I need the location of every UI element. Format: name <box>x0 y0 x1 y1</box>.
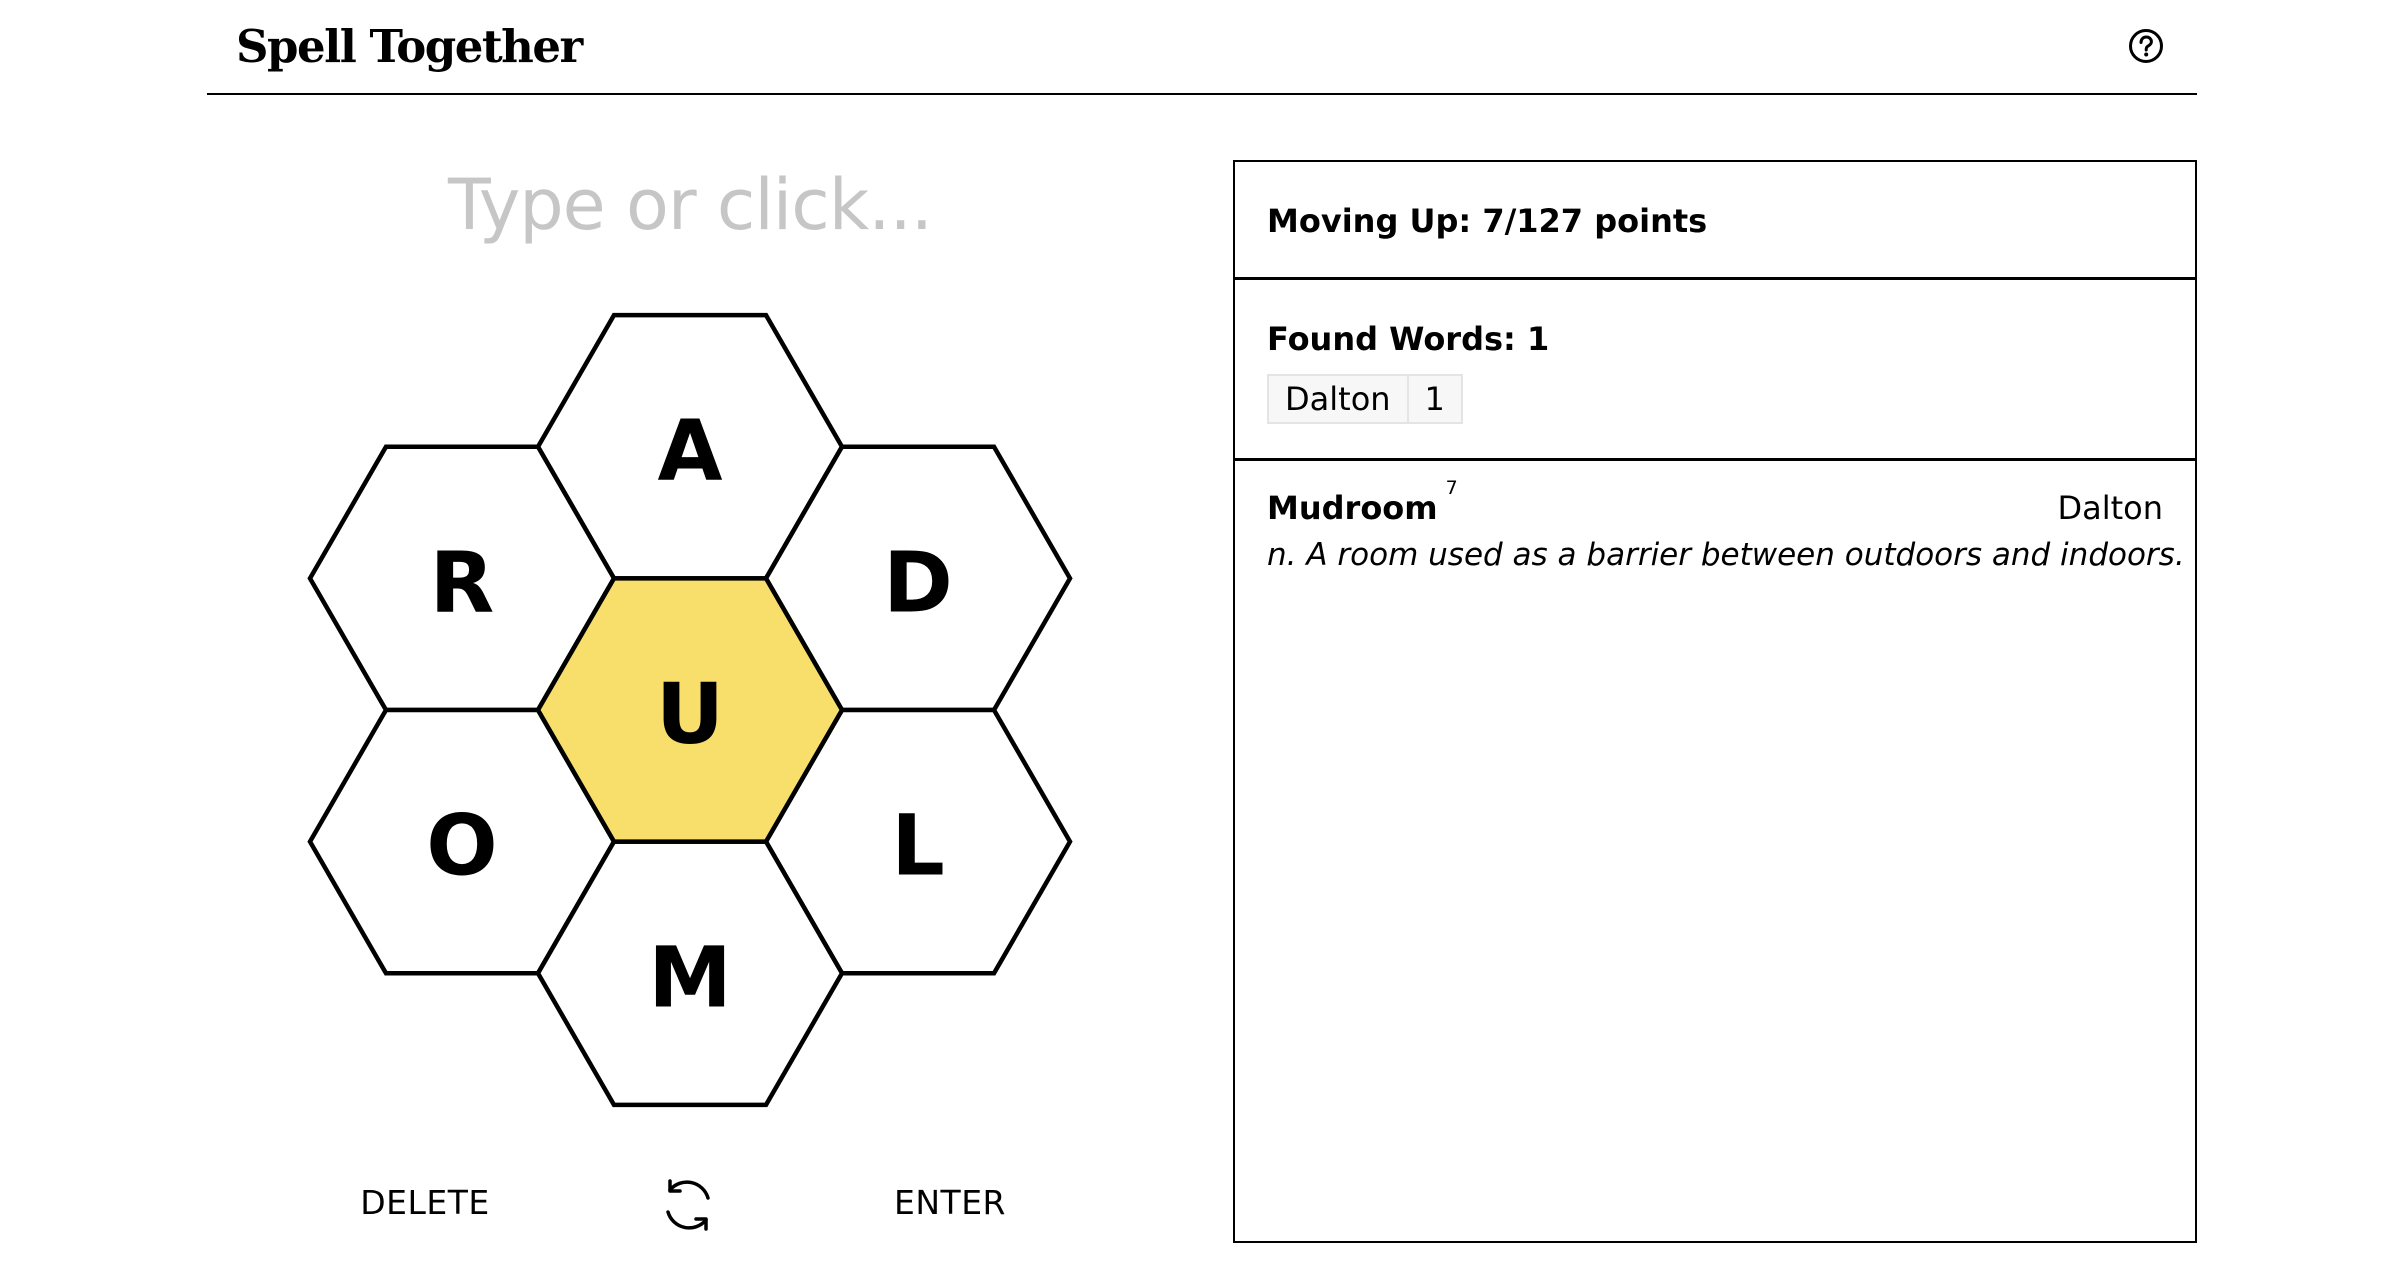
player-chip[interactable]: Dalton 1 <box>1267 374 1463 424</box>
player-name: Dalton <box>1269 376 1409 422</box>
word-entry: Mudroom 7 Dalton n. A room used as a barr… <box>1267 477 2185 577</box>
progress-text: Moving Up: 7/127 points <box>1267 202 1708 240</box>
app-root: Spell Together Type or click... ARDOLMU … <box>0 0 2394 1268</box>
word-list: Mudroom 7 Dalton n. A room used as a barr… <box>1235 461 2195 577</box>
header: Spell Together <box>207 0 2197 95</box>
enter-button[interactable]: ENTER <box>880 1178 1020 1228</box>
progress-section: Moving Up: 7/127 points <box>1235 162 2195 280</box>
letter-hive: A R D O L M U <box>290 300 1090 1120</box>
shuffle-button[interactable] <box>653 1170 723 1240</box>
hive-letter: A <box>657 402 722 500</box>
word-entry-head: Mudroom 7 Dalton <box>1267 477 2163 533</box>
hive-letter: L <box>891 797 945 895</box>
word-name: Mudroom <box>1267 489 1438 527</box>
player-count: 1 <box>1424 380 1445 418</box>
delete-button[interactable]: DELETE <box>355 1178 495 1228</box>
app-title: Spell Together <box>236 20 583 73</box>
word-input[interactable]: Type or click... <box>355 150 1025 260</box>
word-definition: n. A room used as a barrier between outd… <box>1267 537 2185 573</box>
hive-letter: M <box>648 928 732 1026</box>
help-button[interactable] <box>2126 26 2166 66</box>
word-finder: Dalton <box>2057 489 2163 527</box>
hive-letter: R <box>430 533 495 631</box>
question-circle-icon <box>2129 29 2163 63</box>
found-words-section: Found Words: 1 Dalton 1 <box>1235 280 2195 461</box>
hive-letter: U <box>656 665 724 763</box>
shuffle-arrows-icon <box>666 1179 710 1231</box>
info-panel: Moving Up: 7/127 points Found Words: 1 D… <box>1233 160 2197 1243</box>
hive-letter: O <box>426 797 497 895</box>
word-points: 7 <box>1445 477 1458 499</box>
found-words-title: Found Words: 1 <box>1267 320 1550 358</box>
hive-letter: D <box>883 533 953 631</box>
